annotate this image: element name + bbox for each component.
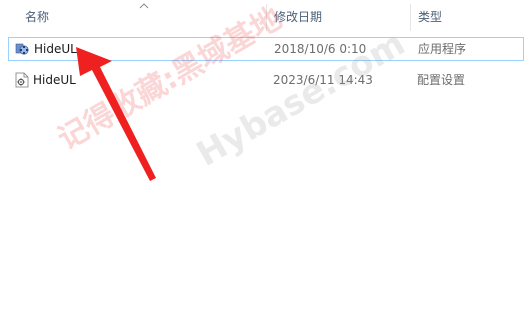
column-divider[interactable] <box>410 4 411 31</box>
file-name: HideUL <box>34 42 77 56</box>
file-name: HideUL <box>33 73 76 87</box>
column-header-type[interactable]: 类型 <box>418 0 442 35</box>
sort-ascending-icon <box>139 3 149 9</box>
file-row[interactable]: HideUL 2018/10/6 0:10 应用程序 <box>8 37 524 61</box>
column-divider[interactable] <box>266 4 267 31</box>
file-date: 2018/10/6 0:10 <box>274 42 367 56</box>
file-row[interactable]: HideUL 2023/6/11 14:43 配置设置 <box>8 69 524 93</box>
column-header-bar: 名称 修改日期 类型 <box>0 0 524 35</box>
column-header-date[interactable]: 修改日期 <box>274 0 322 35</box>
file-type: 配置设置 <box>417 73 466 87</box>
application-icon <box>15 43 29 55</box>
column-header-name[interactable]: 名称 <box>25 0 49 35</box>
file-type: 应用程序 <box>418 42 467 56</box>
config-settings-icon <box>15 72 29 88</box>
file-date: 2023/6/11 14:43 <box>273 73 373 87</box>
